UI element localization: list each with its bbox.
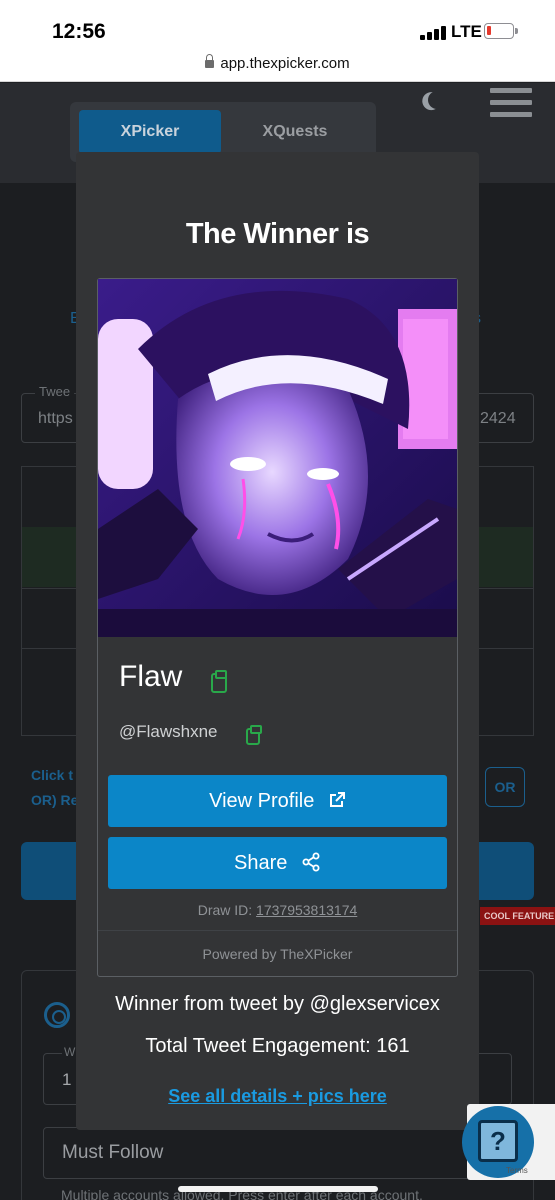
home-indicator	[178, 1186, 378, 1192]
background-or-text: OR) Re	[31, 792, 79, 808]
signal-icon	[420, 24, 448, 40]
divider	[98, 930, 457, 931]
status-bar: 12:56 LTE	[0, 0, 555, 48]
battery-icon	[484, 23, 518, 39]
powered-by: Powered by TheXPicker	[202, 946, 353, 962]
winners-count-value: 1	[62, 1070, 72, 1089]
lock-icon	[205, 54, 215, 68]
gear-icon	[44, 1002, 70, 1028]
or-button[interactable]: OR	[485, 767, 525, 807]
menu-icon[interactable]	[490, 88, 532, 118]
copy-name-icon[interactable]	[211, 670, 227, 693]
network-type: LTE	[451, 22, 482, 41]
winner-avatar	[98, 279, 457, 637]
copy-handle-icon[interactable]	[246, 725, 262, 745]
recaptcha-terms[interactable]: Terms	[506, 1166, 528, 1175]
status-time: 12:56	[52, 20, 106, 43]
tweet-url-value-end: 2424	[480, 410, 516, 427]
draw-id-value[interactable]: 1737953813174	[256, 902, 357, 918]
tab-xquests[interactable]: XQuests	[224, 110, 366, 154]
cool-feature-badge: COOL FEATURE	[480, 907, 555, 925]
tab-xpicker[interactable]: XPicker	[79, 110, 221, 154]
background-click-text: Click t	[31, 767, 74, 783]
share-button[interactable]: Share	[108, 837, 447, 889]
share-icon	[302, 852, 320, 872]
must-follow-placeholder: Must Follow	[62, 1142, 164, 1163]
browser-url-bar[interactable]: app.thexpicker.com	[0, 48, 555, 82]
help-question-icon: ?	[478, 1120, 518, 1162]
modal-title: The Winner is	[185, 218, 370, 250]
see-details-link[interactable]: See all details + pics here	[76, 1086, 479, 1107]
share-label: Share	[234, 852, 288, 874]
winner-handle: @Flawshxne	[119, 722, 218, 741]
draw-id-label: Draw ID:	[197, 902, 253, 918]
view-profile-label: View Profile	[209, 790, 315, 812]
tweet-url-label: Twee	[35, 384, 75, 399]
tweet-engagement: Total Tweet Engagement: 161	[145, 1035, 410, 1057]
draw-id: Draw ID: 1737953813174	[98, 902, 457, 918]
winner-name: Flaw	[119, 660, 183, 693]
winner-from-tweet: Winner from tweet by @glexservicex	[115, 993, 440, 1015]
tweet-url-value-start: https	[38, 410, 73, 427]
url-text: app.thexpicker.com	[220, 55, 350, 72]
view-profile-button[interactable]: View Profile	[108, 775, 447, 827]
external-link-icon	[329, 791, 345, 807]
